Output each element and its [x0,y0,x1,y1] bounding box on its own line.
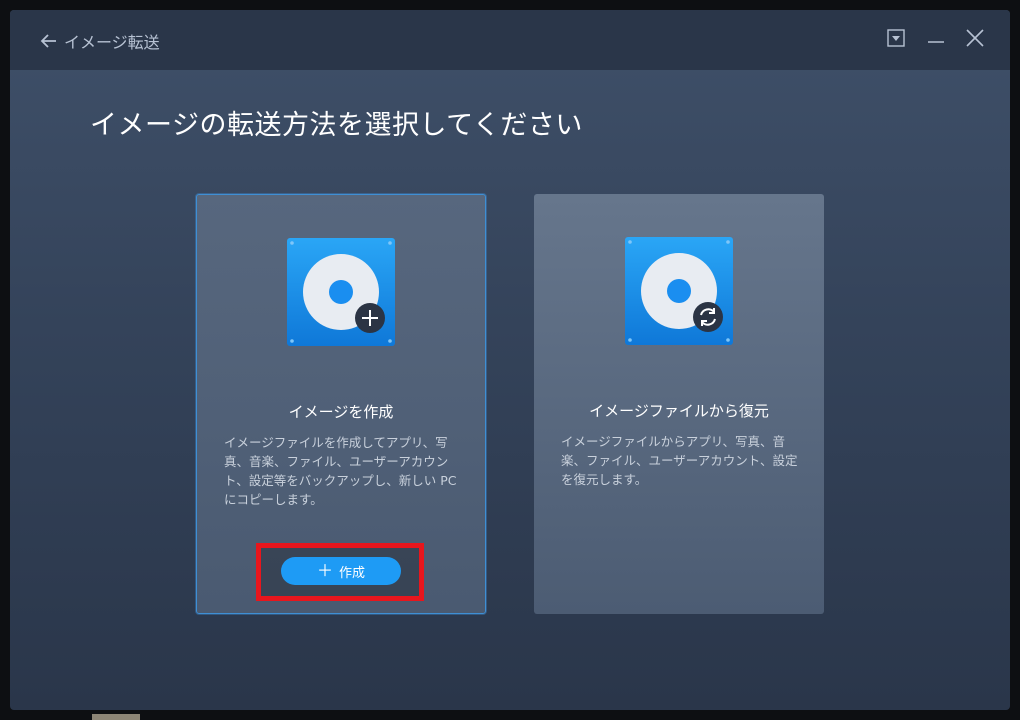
create-button[interactable]: ＋ 作成 [281,557,401,585]
minimize-icon [928,41,944,43]
dropdown-button[interactable] [886,28,908,50]
create-card-title: イメージを作成 [288,403,394,421]
window-title: イメージ転送 [64,33,160,52]
create-card-description: イメージファイルを作成してアプリ、写真、音楽、ファイル、ユーザーアカウント、設定… [224,435,457,507]
app-window: イメージ転送 イメージの転送方法を選択してください イメージを作成 イメージファ… [10,10,1010,710]
plus-icon: ＋ [316,561,333,580]
page-title: イメージの転送方法を選択してください [90,110,583,141]
dropdown-icon [887,29,905,47]
restore-image-card[interactable]: イメージファイルから復元 イメージファイルからアプリ、写真、音楽、ファイル、ユー… [534,194,824,614]
taskbar-thumbnail [92,714,140,720]
restore-card-title: イメージファイルから復元 [589,402,769,420]
back-button[interactable]: イメージ転送 [40,30,160,52]
close-button[interactable] [965,28,987,50]
minimize-button[interactable] [926,28,948,50]
disk-sync-icon [625,237,733,345]
restore-card-description: イメージファイルからアプリ、写真、音楽、ファイル、ユーザーアカウント、設定を復元… [561,434,798,487]
create-button-label: 作成 [339,565,366,581]
disk-plus-icon [287,238,395,346]
title-bar: イメージ転送 [10,10,1010,70]
back-arrow-icon [40,34,56,48]
close-icon [966,29,984,47]
